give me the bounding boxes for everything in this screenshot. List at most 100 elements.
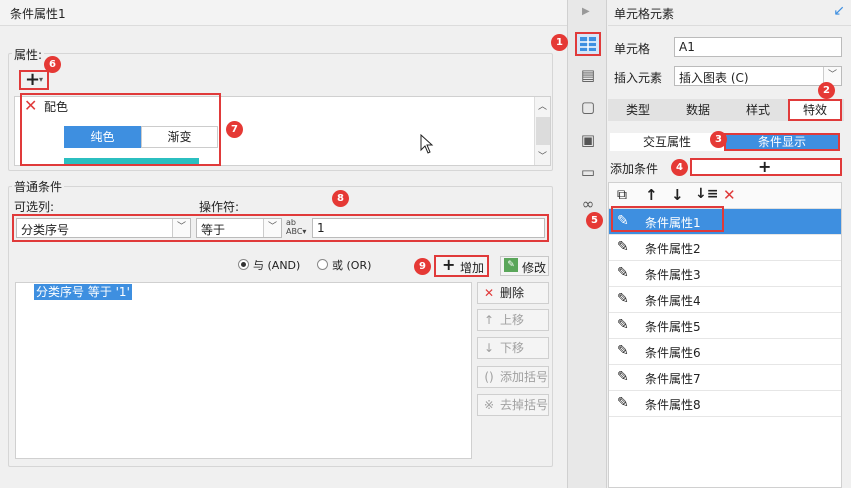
color-swatch[interactable] [64, 158, 199, 164]
arrow-down-icon: ↓ [483, 341, 495, 355]
bracket-icon: () [484, 370, 494, 384]
tab-effects[interactable]: 特效 [788, 99, 842, 121]
step-badge-3: 3 [710, 131, 727, 148]
plus-icon: + [442, 255, 456, 274]
arrow-up-icon[interactable]: ↑ [645, 186, 658, 204]
value-type-icon[interactable]: ab ABC▾ [286, 218, 310, 238]
insert-element-select[interactable]: 插入图表 (C) ﹀ [674, 66, 842, 86]
add-condition-plus-button[interactable]: + [690, 157, 842, 176]
add-bracket-button[interactable]: () 添加括号 [477, 366, 549, 388]
condition-attribute-panel: 条件属性1 属性: + ▾ ︿ ﹀ ✕ 配色 纯色 渐变 普通条件 可选列: 操… [0, 0, 567, 488]
right-panel-title: 单元格元素 [614, 7, 675, 21]
pencil-icon: ✎ [617, 239, 629, 255]
radio-and-label: 与 (AND) [253, 259, 301, 272]
tab-data[interactable]: 数据 [668, 99, 728, 121]
step-badge-4: 4 [671, 159, 688, 176]
remove-bracket-icon: ※ [483, 398, 495, 412]
card-icon[interactable]: ▭ [578, 162, 598, 182]
pencil-icon: ✎ [617, 317, 629, 333]
list-item[interactable]: ✎ 条件属性7 [609, 365, 841, 391]
cell-element-panel: 单元格元素 ↙ 单元格 A1 插入元素 插入图表 (C) ﹀ 类型 数据 样式 … [608, 0, 851, 488]
list-item[interactable]: ✎ 条件属性6 [609, 339, 841, 365]
tab-gradient[interactable]: 渐变 [141, 126, 218, 148]
panel-title: 条件属性1 [10, 7, 66, 21]
pencil-icon: ✎ [617, 369, 629, 385]
move-down-button[interactable]: ↓ 下移 [477, 337, 549, 359]
selected-condition-highlight [611, 206, 724, 232]
plus-icon: + [25, 69, 41, 90]
step-badge-2: 2 [818, 82, 835, 99]
modify-button[interactable]: ✎ 修改 [500, 256, 549, 276]
property-scrollbar[interactable]: ︿ ﹀ [534, 97, 550, 165]
widget-icon[interactable]: ▣ [578, 130, 598, 150]
step-badge-5: 5 [586, 212, 603, 229]
pencil-icon: ✎ [617, 291, 629, 307]
close-icon[interactable]: ✕ [24, 96, 37, 115]
chevron-down-icon: ▾ [39, 75, 44, 84]
collapse-arrow-icon[interactable]: ↙ [833, 3, 845, 19]
radio-and[interactable] [238, 259, 249, 270]
frame-icon[interactable]: ▢ [578, 97, 598, 117]
remove-bracket-button[interactable]: ※ 去掉括号 [477, 394, 549, 416]
chevron-down-icon: ﹀ [263, 219, 281, 237]
property-sidebar: ▶ ▤ ▢ ▣ ▭ ∞ [567, 0, 607, 488]
tab-conditional-display[interactable]: 条件显示 [724, 133, 840, 151]
right-title-bar: 单元格元素 ↙ [608, 0, 851, 26]
copy-icon[interactable]: ⧉ [617, 187, 627, 203]
add-condition-label: 添加条件 [610, 162, 659, 176]
pencil-icon: ✎ [617, 343, 629, 359]
close-icon: ✕ [483, 286, 495, 300]
list-item[interactable]: ✎ 条件属性2 [609, 235, 841, 261]
list-item[interactable]: ✎ 条件属性5 [609, 313, 841, 339]
radio-or-label: 或 (OR) [332, 259, 372, 272]
cell-element-tab[interactable] [575, 32, 601, 56]
plus-icon: + [758, 157, 772, 176]
list-item[interactable]: ✎ 条件属性4 [609, 287, 841, 313]
sort-icon[interactable]: ↓≡ [695, 186, 718, 202]
tab-interaction[interactable]: 交互属性 [610, 133, 724, 151]
panel-title-bar: 条件属性1 [0, 0, 567, 26]
column-select[interactable]: 分类序号 ﹀ [16, 218, 191, 238]
operator-select[interactable]: 等于 ﹀ [196, 218, 282, 238]
column-select-value: 分类序号 [21, 223, 70, 237]
condition-list[interactable] [15, 282, 472, 459]
color-label: 配色 [44, 100, 69, 114]
insert-element-label: 插入元素 [614, 71, 663, 85]
pencil-icon: ✎ [617, 265, 629, 281]
step-badge-1: 1 [551, 34, 568, 51]
edit-icon: ✎ [504, 258, 518, 272]
mouse-cursor-icon [420, 134, 434, 154]
delete-icon[interactable]: ✕ [723, 186, 736, 204]
add-condition-button[interactable]: + 增加 [434, 255, 489, 277]
condition-expression[interactable]: 分类序号 等于 '1' [34, 284, 132, 300]
operator-select-value: 等于 [201, 223, 226, 237]
tab-type[interactable]: 类型 [610, 99, 666, 121]
pencil-icon: ✎ [617, 395, 629, 411]
common-conditions-label: 普通条件 [12, 178, 65, 195]
step-badge-7: 7 [226, 121, 243, 138]
column-label: 可选列: [14, 200, 55, 214]
value-input[interactable]: 1 [312, 218, 545, 238]
move-up-button[interactable]: ↑ 上移 [477, 309, 549, 331]
arrow-down-icon[interactable]: ↓ [671, 186, 684, 204]
operator-label: 操作符: [199, 200, 240, 214]
delete-button[interactable]: ✕ 删除 [477, 282, 549, 304]
cell-attribute-icon[interactable]: ▤ [578, 65, 598, 85]
radio-or[interactable] [317, 259, 328, 270]
chevron-right-icon[interactable]: ▶ [582, 6, 590, 17]
properties-label: 属性: [12, 46, 45, 63]
link-icon[interactable]: ∞ [578, 194, 598, 214]
tab-solid-color[interactable]: 纯色 [64, 126, 141, 148]
list-item[interactable]: ✎ 条件属性8 [609, 391, 841, 417]
step-badge-8: 8 [332, 190, 349, 207]
step-badge-6: 6 [44, 56, 61, 73]
tab-style[interactable]: 样式 [730, 99, 786, 121]
add-property-button[interactable]: + ▾ [19, 69, 49, 90]
list-item[interactable]: ✎ 条件属性3 [609, 261, 841, 287]
chevron-down-icon: ﹀ [172, 219, 190, 237]
arrow-up-icon: ↑ [483, 313, 495, 327]
cell-label: 单元格 [614, 42, 651, 56]
grid-icon [580, 37, 596, 51]
step-badge-9: 9 [414, 258, 431, 275]
cell-input[interactable]: A1 [674, 37, 842, 57]
